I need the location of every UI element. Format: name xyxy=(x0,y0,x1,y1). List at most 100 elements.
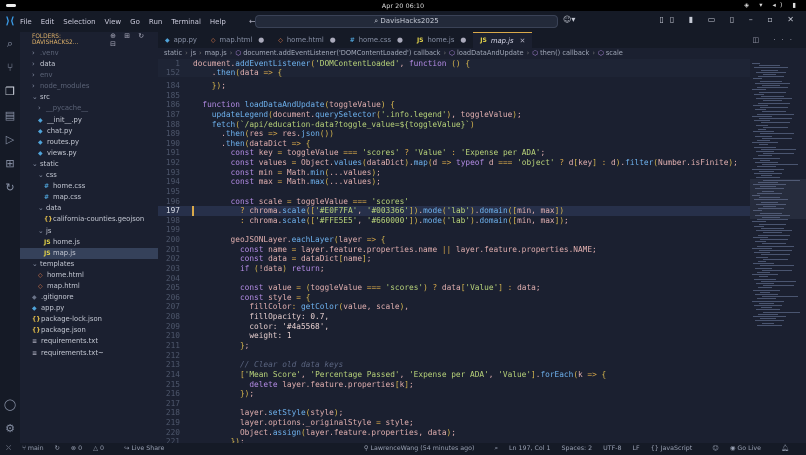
code-line: 194 const max = Math.max(...values); xyxy=(158,177,750,187)
window-controls[interactable]: ▯▯ ▮ ▭ ▯ – ▫ ✕ xyxy=(659,15,800,24)
file-item[interactable]: ◆ routes.py xyxy=(20,137,158,148)
tab-app-py[interactable]: ◆ app.py xyxy=(158,32,204,48)
account-icon[interactable]: ◯ xyxy=(0,393,20,417)
gear-icon[interactable]: ⚙ xyxy=(0,417,20,441)
run-debug-icon[interactable]: ▷ xyxy=(0,128,20,152)
copilot-icon[interactable]: ☺▾ xyxy=(563,15,575,24)
menu-go[interactable]: Go xyxy=(130,18,140,26)
file-item[interactable]: {}package.json xyxy=(20,325,158,336)
menu-view[interactable]: View xyxy=(105,18,122,26)
line-number: 192 xyxy=(165,158,180,168)
tab-home-html[interactable]: ◇ home.html ● xyxy=(271,32,342,48)
tab-home-js[interactable]: JS home.js ● xyxy=(410,32,473,48)
remote-indicator-icon[interactable]: ⤬ xyxy=(6,445,11,452)
breadcrumb-item[interactable]: loadDataAndUpdate xyxy=(457,49,524,57)
file-item[interactable]: ≡ requirements.txt xyxy=(20,336,158,347)
live-share-button[interactable]: ↪ Live Share xyxy=(124,445,173,452)
folder-item[interactable]: › .venv xyxy=(20,48,158,59)
file-item[interactable]: ◇ home.html xyxy=(20,270,158,281)
file-item[interactable]: {}package-lock.json xyxy=(20,314,158,325)
minimap-line xyxy=(758,234,790,236)
unsaved-dot-icon[interactable]: ● xyxy=(460,36,466,44)
menu-terminal[interactable]: Terminal xyxy=(171,18,201,26)
language-mode[interactable]: {} JavaScript xyxy=(651,445,702,452)
cursor-position[interactable]: Ln 197, Col 1 xyxy=(509,445,551,452)
file-item[interactable]: JS home.js xyxy=(20,237,158,248)
notifications-icon[interactable]: 🔔︎ xyxy=(781,445,789,452)
search-icon[interactable]: ⌕ xyxy=(0,32,20,56)
split-editor-icon[interactable]: ◫ ··· xyxy=(752,36,798,44)
tab-home-css[interactable]: # home.css ● xyxy=(343,32,410,48)
json-file-icon: {} xyxy=(32,327,41,335)
line-number: 214 xyxy=(165,369,180,379)
file-item[interactable]: ◆ app.py xyxy=(20,303,158,314)
breadcrumb-item[interactable]: document.addEventListener('DOMContentLoa… xyxy=(243,49,440,57)
source-control-icon[interactable]: ⑂ xyxy=(0,56,20,80)
menu-edit[interactable]: Edit xyxy=(41,18,55,26)
line-ending[interactable]: LF xyxy=(633,445,640,452)
zoom-icon[interactable]: ⌕ xyxy=(494,445,498,452)
problems-indicator[interactable]: ⊗ 0 △ 0 xyxy=(71,445,113,452)
clock[interactable]: Apr 20 06:10 xyxy=(0,2,806,10)
file-item[interactable]: ◆ views.py xyxy=(20,148,158,159)
menu-selection[interactable]: Selection xyxy=(63,18,95,26)
folder-item[interactable]: ⌄ css xyxy=(20,170,158,181)
remote-icon[interactable]: ↻ xyxy=(0,176,20,200)
minimap-slider[interactable] xyxy=(750,179,806,219)
branch-indicator[interactable]: ⑂ main ↻ xyxy=(22,445,60,452)
breadcrumb-item[interactable]: then() callback xyxy=(540,49,589,57)
folder-item[interactable]: ⌄ templates xyxy=(20,259,158,270)
file-item[interactable]: ◆ __init__.py xyxy=(20,115,158,126)
close-icon[interactable]: ✕ xyxy=(520,37,526,45)
file-item[interactable]: JS map.js xyxy=(20,247,158,259)
go-live-button[interactable]: ◉ Go Live xyxy=(730,445,770,452)
encoding[interactable]: UTF-8 xyxy=(603,445,621,452)
extensions-icon[interactable]: ⊞ xyxy=(0,152,20,176)
menu-help[interactable]: Help xyxy=(210,18,226,26)
menu-run[interactable]: Run xyxy=(149,18,162,26)
copilot-status-icon[interactable]: ☺ xyxy=(712,445,719,452)
breadcrumb-item[interactable]: js xyxy=(191,49,196,57)
folder-item[interactable]: ⌄ src xyxy=(20,92,158,103)
file-item[interactable]: # home.css xyxy=(20,181,158,192)
command-center-search[interactable]: ⌕ DavisHacks2025 xyxy=(255,15,558,28)
file-item[interactable]: ◆ chat.py xyxy=(20,126,158,137)
unsaved-dot-icon[interactable]: ● xyxy=(258,36,264,44)
system-tray-icons[interactable]: ◈ ▾ ◂) ▮ xyxy=(744,1,800,9)
code-line: 213 // Clear old data keys xyxy=(158,360,750,370)
breadcrumb-item[interactable]: map.js xyxy=(205,49,227,57)
open-book-icon[interactable]: ▤ xyxy=(0,104,20,128)
indentation[interactable]: Spaces: 2 xyxy=(562,445,593,452)
unsaved-dot-icon[interactable]: ● xyxy=(397,36,403,44)
folder-item[interactable]: › node_modules xyxy=(20,81,158,92)
folder-item[interactable]: ⌄ data xyxy=(20,203,158,214)
menu-file[interactable]: File xyxy=(20,18,32,26)
file-item[interactable]: ≡ requirements.txt~ xyxy=(20,348,158,359)
folder-item[interactable]: ⌄ static xyxy=(20,159,158,170)
html-file-icon: ◇ xyxy=(210,36,216,44)
js-file-icon: JS xyxy=(44,238,51,246)
code-editor[interactable]: 1 document.addEventListener('DOMContentLo… xyxy=(158,59,750,443)
file-item[interactable]: {}california-counties.geojson xyxy=(20,214,158,225)
folder-item[interactable]: › data xyxy=(20,59,158,70)
file-item[interactable]: # map.css xyxy=(20,192,158,203)
menu-bar: File Edit Selection View Go Run Terminal Help xyxy=(20,18,235,26)
explorer-icon[interactable]: ❐ xyxy=(0,80,20,104)
unsaved-dot-icon[interactable]: ● xyxy=(330,36,336,44)
minimap[interactable] xyxy=(750,59,806,443)
minimap-line xyxy=(759,276,768,278)
file-item[interactable]: ◇ map.html xyxy=(20,281,158,292)
line-text: fetch(`/api/education-data?toggle_value=… xyxy=(211,119,475,129)
breadcrumb-item[interactable]: scale xyxy=(606,49,623,57)
minimap-line xyxy=(753,263,774,265)
file-item[interactable]: ◆ .gitignore xyxy=(20,292,158,303)
folder-item[interactable]: › env xyxy=(20,70,158,81)
tab-map-html[interactable]: ◇ map.html ● xyxy=(204,32,271,48)
explorer-actions[interactable]: ⊕ ⊞ ↻ ⊟ xyxy=(110,32,158,48)
tab-map-js[interactable]: JS map.js ✕ xyxy=(473,32,533,48)
git-blame[interactable]: ⚲ LawrenceWang (54 minutes ago) xyxy=(364,445,484,452)
breadcrumb-item[interactable]: static xyxy=(164,49,182,57)
folder-item[interactable]: › __pycache__ xyxy=(20,103,158,114)
minimap-line xyxy=(761,122,790,124)
folder-item[interactable]: ⌄ js xyxy=(20,226,158,237)
